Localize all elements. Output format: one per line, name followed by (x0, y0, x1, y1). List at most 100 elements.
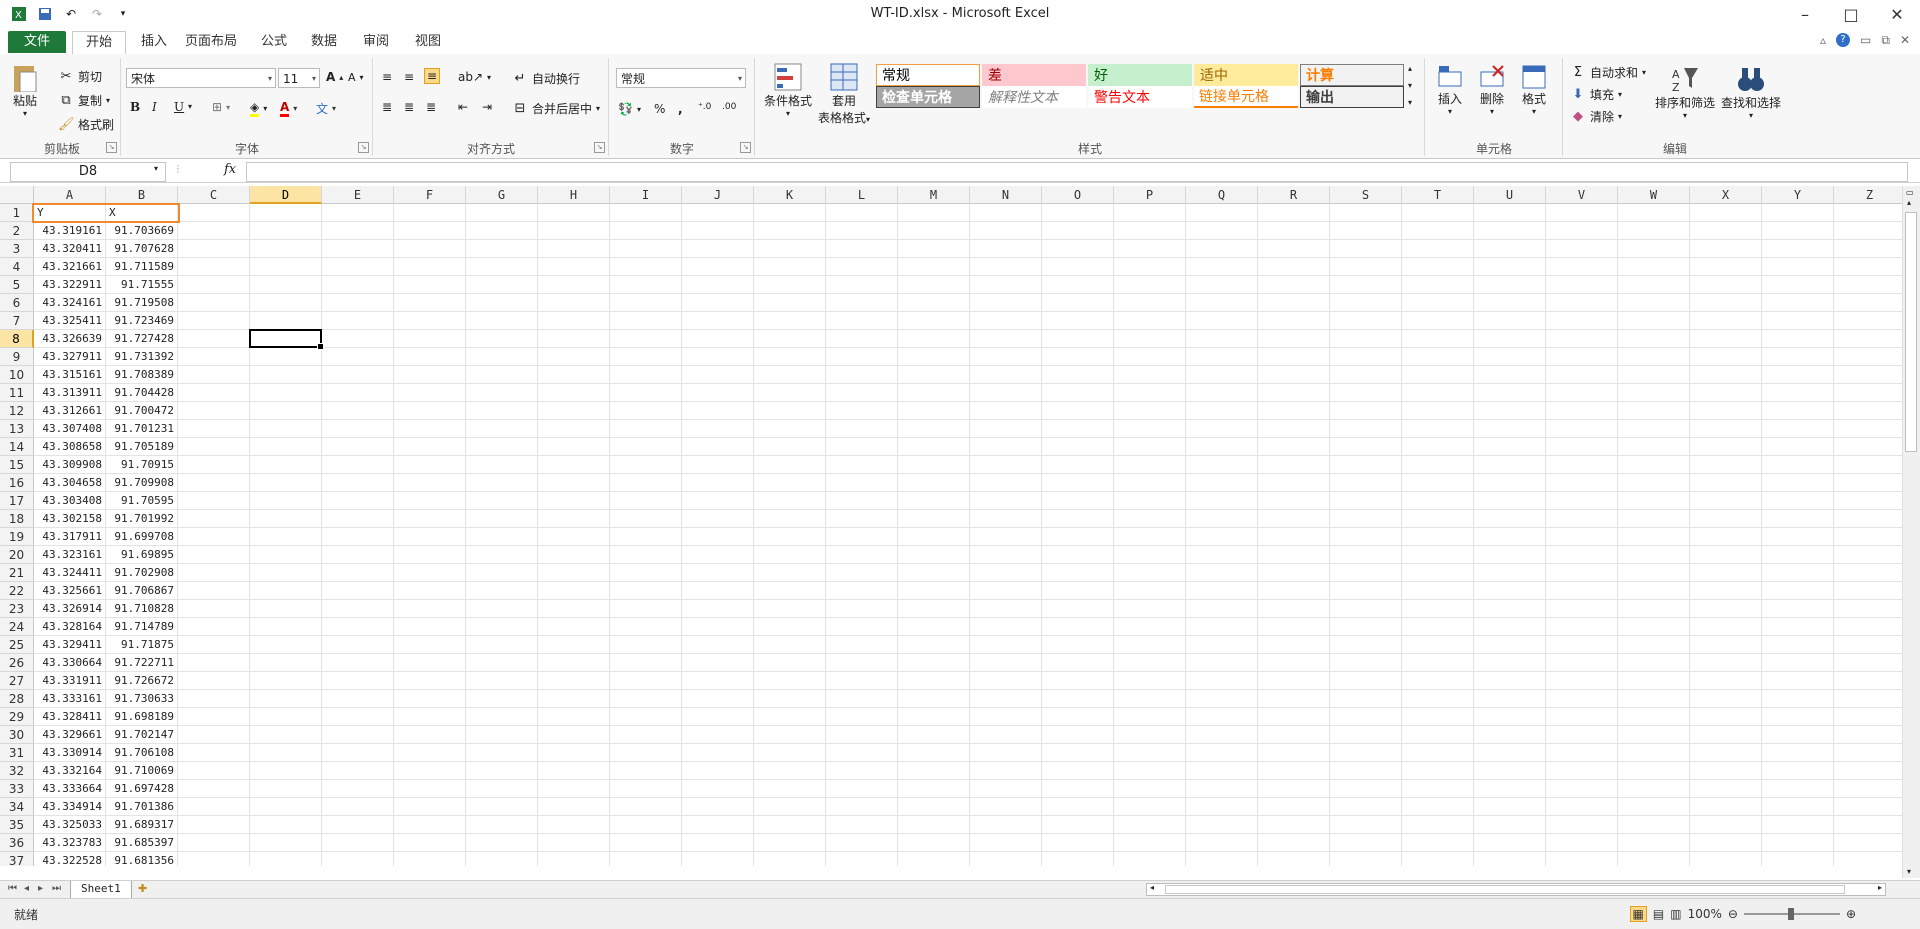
grid-cell[interactable] (970, 852, 1042, 866)
grid-cell[interactable] (466, 258, 538, 276)
grid-cell[interactable] (1618, 564, 1690, 582)
grid-cell[interactable] (538, 294, 610, 312)
grid-cell[interactable] (1762, 564, 1834, 582)
grid-cell[interactable] (178, 366, 250, 384)
grid-cell[interactable] (1546, 762, 1618, 780)
grid-cell[interactable] (610, 798, 682, 816)
grid-cell[interactable] (898, 330, 970, 348)
grid-cell[interactable] (1330, 222, 1402, 240)
grid-cell[interactable] (1330, 762, 1402, 780)
grid-cell[interactable] (178, 456, 250, 474)
row-header[interactable]: 29 (0, 708, 34, 726)
grid-cell[interactable] (1330, 744, 1402, 762)
grid-cell[interactable] (754, 348, 826, 366)
cell-x-value[interactable]: 91.731392 (106, 348, 178, 366)
grid-cell[interactable] (898, 636, 970, 654)
grid-cell[interactable] (1474, 492, 1546, 510)
grid-cell[interactable] (970, 258, 1042, 276)
grid-cell[interactable] (1474, 852, 1546, 866)
grid-cell[interactable] (826, 366, 898, 384)
grid-cell[interactable] (1402, 726, 1474, 744)
grid-cell[interactable] (754, 204, 826, 222)
grid-cell[interactable] (250, 816, 322, 834)
page-layout-view-icon[interactable]: ▤ (1653, 907, 1664, 921)
grid-cell[interactable] (1762, 780, 1834, 798)
font-size-select[interactable]: 11 ▾ (278, 68, 320, 88)
grid-cell[interactable] (1546, 618, 1618, 636)
grid-cell[interactable] (1330, 780, 1402, 798)
grid-cell[interactable] (1186, 492, 1258, 510)
grid-cell[interactable] (250, 798, 322, 816)
grid-cell[interactable] (682, 726, 754, 744)
grid-cell[interactable] (1474, 456, 1546, 474)
grid-cell[interactable] (826, 402, 898, 420)
cell-x-value[interactable]: 91.703669 (106, 222, 178, 240)
grid-cell[interactable] (1618, 600, 1690, 618)
grid-cell[interactable] (1762, 240, 1834, 258)
grid-cell[interactable] (178, 690, 250, 708)
grid-cell[interactable] (466, 474, 538, 492)
grid-cell[interactable] (898, 510, 970, 528)
grid-cell[interactable] (1042, 654, 1114, 672)
grid-cell[interactable] (1834, 636, 1906, 654)
grid-cell[interactable] (178, 852, 250, 866)
grid-cell[interactable] (1186, 528, 1258, 546)
grid-cell[interactable] (1114, 582, 1186, 600)
cell-style-7[interactable]: 警告文本 (1088, 86, 1192, 108)
grid-cell[interactable] (1690, 564, 1762, 582)
grid-cell[interactable] (1258, 582, 1330, 600)
grid-cell[interactable] (1402, 582, 1474, 600)
grid-cell[interactable] (1330, 348, 1402, 366)
grid-cell[interactable] (826, 492, 898, 510)
split-box-icon[interactable]: ▭ (1906, 188, 1914, 197)
cell-style-2[interactable]: 好 (1088, 64, 1192, 86)
row-header[interactable]: 3 (0, 240, 34, 258)
grid-cell[interactable] (1690, 222, 1762, 240)
number-format-select[interactable]: 常规 ▾ (616, 68, 746, 88)
vertical-scrollbar[interactable]: ▭ ▴ ▾ (1902, 186, 1920, 878)
grid-cell[interactable] (1690, 672, 1762, 690)
grid-cell[interactable] (1330, 816, 1402, 834)
grid-cell[interactable] (178, 528, 250, 546)
grid-cell[interactable] (250, 636, 322, 654)
grid-cell[interactable] (610, 708, 682, 726)
grid-cell[interactable] (898, 528, 970, 546)
grid-cell[interactable] (178, 546, 250, 564)
grid-cell[interactable] (1042, 474, 1114, 492)
grid-cell[interactable] (466, 366, 538, 384)
grid-cell[interactable] (466, 312, 538, 330)
grid-cell[interactable] (1834, 204, 1906, 222)
grid-cell[interactable] (610, 618, 682, 636)
grid-cell[interactable] (1402, 330, 1474, 348)
cell-x-value[interactable]: 91.702147 (106, 726, 178, 744)
grid-cell[interactable] (466, 690, 538, 708)
grid-cell[interactable] (1114, 510, 1186, 528)
grid-cell[interactable] (1546, 780, 1618, 798)
cell-x-value[interactable]: 91.706867 (106, 582, 178, 600)
grid-cell[interactable] (898, 618, 970, 636)
grid-cell[interactable] (394, 474, 466, 492)
grid-cell[interactable] (754, 546, 826, 564)
grid-cell[interactable] (1186, 510, 1258, 528)
grid-cell[interactable] (1690, 636, 1762, 654)
grid-cell[interactable] (898, 600, 970, 618)
grid-cell[interactable] (682, 492, 754, 510)
grid-cell[interactable] (1186, 276, 1258, 294)
grid-cell[interactable] (610, 690, 682, 708)
grid-cell[interactable] (1258, 402, 1330, 420)
grid-cell[interactable] (322, 330, 394, 348)
grid-cell[interactable] (1690, 456, 1762, 474)
sheet-tab-sheet1[interactable]: Sheet1 (70, 881, 132, 899)
grid-cell[interactable] (538, 708, 610, 726)
grid-cell[interactable] (538, 564, 610, 582)
grid-cell[interactable] (466, 780, 538, 798)
row-header[interactable]: 14 (0, 438, 34, 456)
grid-cell[interactable] (610, 366, 682, 384)
cell-x-value[interactable]: 91.681356 (106, 852, 178, 866)
grid-cell[interactable] (538, 402, 610, 420)
grid-cell[interactable] (1114, 708, 1186, 726)
grid-cell[interactable] (322, 420, 394, 438)
grid-cell[interactable] (1618, 330, 1690, 348)
grid-cell[interactable] (1186, 258, 1258, 276)
grid-cell[interactable] (1330, 600, 1402, 618)
